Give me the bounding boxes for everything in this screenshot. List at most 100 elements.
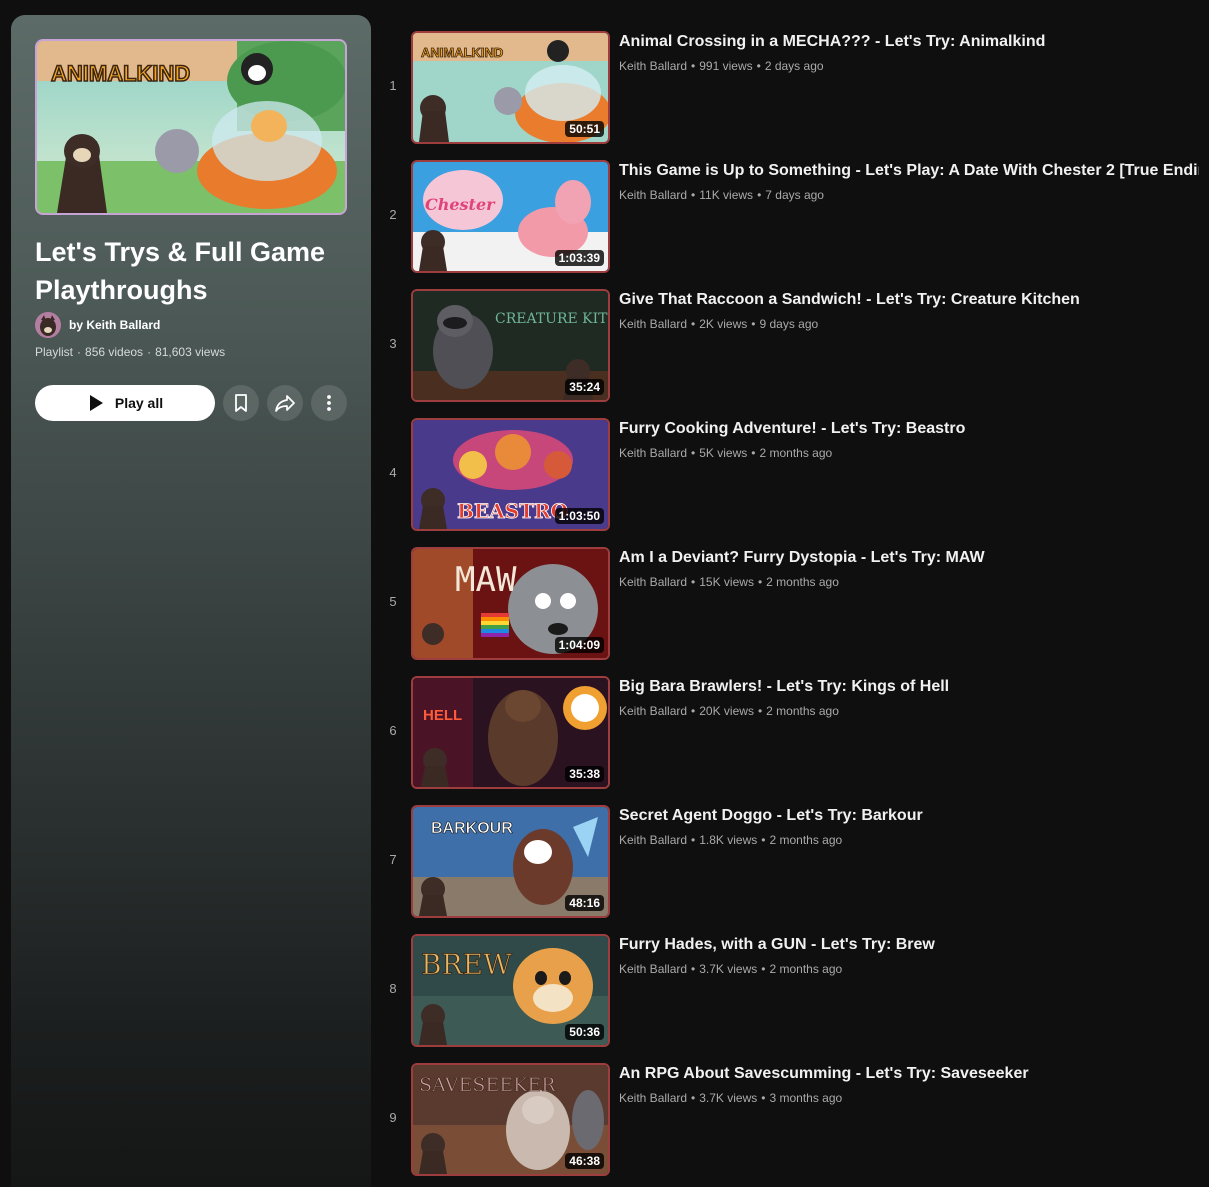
list-item[interactable]: 8 BREW 50:36 Furry Hades, with a GUN - L…: [380, 933, 1209, 1062]
meta-separator: •: [691, 833, 696, 847]
playlist-type: Playlist: [35, 345, 74, 359]
bookmark-icon: [235, 394, 247, 412]
thumbnail-text: Chester: [425, 195, 496, 214]
upload-age: 3 months ago: [769, 1091, 843, 1105]
list-item[interactable]: 5 MAW 1:04:09 Am I a Deviant? Furry Dyst…: [380, 546, 1209, 675]
video-thumbnail[interactable]: CREATURE KITCHEN 35:24: [411, 289, 610, 402]
view-count: 1.8K views: [699, 833, 758, 847]
duration-badge: 48:16: [565, 895, 604, 911]
video-thumbnail[interactable]: BEASTRO 1:03:50: [411, 418, 610, 531]
video-thumbnail[interactable]: BREW 50:36: [411, 934, 610, 1047]
list-item[interactable]: 6 HELL 35:38 Big Bara Brawlers! - Let's …: [380, 675, 1209, 804]
video-title[interactable]: This Game is Up to Something - Let's Pla…: [619, 160, 1199, 182]
video-title[interactable]: An RPG About Savescumming - Let's Try: S…: [619, 1063, 1199, 1085]
video-meta: Keith Ballard • 5K views • 2 months ago: [619, 446, 1199, 460]
hero-thumbnail-art: ANIMALKIND: [37, 41, 345, 213]
upload-age: 2 months ago: [759, 446, 833, 460]
channel-name[interactable]: Keith Ballard: [619, 1091, 687, 1105]
meta-separator: •: [691, 962, 696, 976]
video-title[interactable]: Furry Cooking Adventure! - Let's Try: Be…: [619, 418, 1199, 440]
owner-name[interactable]: by Keith Ballard: [69, 318, 160, 332]
duration-badge: 50:51: [565, 121, 604, 137]
meta-separator: •: [691, 575, 696, 589]
share-button[interactable]: [267, 385, 303, 421]
meta-separator: ·: [147, 345, 152, 359]
view-count: 20K views: [699, 704, 754, 718]
thumbnail-text: CREATURE KITCHEN: [495, 311, 608, 327]
meta-separator: •: [691, 446, 696, 460]
channel-name[interactable]: Keith Ballard: [619, 59, 687, 73]
thumbnail-text: HELL: [423, 707, 462, 724]
video-info: An RPG About Savescumming - Let's Try: S…: [619, 1063, 1199, 1105]
thumbnail-text: MAW: [455, 560, 517, 600]
upload-age: 2 months ago: [769, 962, 843, 976]
video-thumbnail[interactable]: ANIMALKIND 50:51: [411, 31, 610, 144]
video-info: Furry Cooking Adventure! - Let's Try: Be…: [619, 418, 1199, 460]
video-info: Animal Crossing in a MECHA??? - Let's Tr…: [619, 31, 1199, 73]
channel-name[interactable]: Keith Ballard: [619, 833, 687, 847]
video-title[interactable]: Secret Agent Doggo - Let's Try: Barkour: [619, 805, 1199, 827]
playlist-owner[interactable]: by Keith Ballard: [35, 312, 160, 338]
video-title[interactable]: Furry Hades, with a GUN - Let's Try: Bre…: [619, 934, 1199, 956]
list-item[interactable]: 9 SAVESEEKER 46:38 An RPG About Savescum…: [380, 1062, 1209, 1187]
video-meta: Keith Ballard • 20K views • 2 months ago: [619, 704, 1199, 718]
meta-separator: •: [691, 704, 696, 718]
playlist-header-panel: ANIMALKIND Let's Trys & Full Game Playth…: [11, 15, 371, 1187]
list-item[interactable]: 1 ANIMALKIND 50:51 Animal Crossing in a …: [380, 30, 1209, 159]
video-info: Furry Hades, with a GUN - Let's Try: Bre…: [619, 934, 1199, 976]
play-icon: [89, 395, 103, 411]
channel-name[interactable]: Keith Ballard: [619, 575, 687, 589]
thumbnail-text: BREW: [421, 948, 512, 981]
video-title[interactable]: Give That Raccoon a Sandwich! - Let's Tr…: [619, 289, 1199, 311]
video-meta: Keith Ballard • 991 views • 2 days ago: [619, 59, 1199, 73]
video-meta: Keith Ballard • 3.7K views • 3 months ag…: [619, 1091, 1199, 1105]
video-title[interactable]: Animal Crossing in a MECHA??? - Let's Tr…: [619, 31, 1199, 53]
avatar[interactable]: [35, 312, 61, 338]
meta-separator: •: [691, 317, 696, 331]
meta-separator: •: [691, 188, 696, 202]
meta-separator: •: [691, 59, 696, 73]
view-count: 2K views: [699, 317, 748, 331]
playlist-actions: Play all: [35, 385, 347, 421]
playlist-title: Let's Trys & Full Game Playthroughs: [35, 237, 326, 305]
view-count: 3.7K views: [699, 1091, 758, 1105]
list-item[interactable]: 4 BEASTRO 1:03:50 Furry Cooking Adventur…: [380, 417, 1209, 546]
meta-separator: •: [691, 1091, 696, 1105]
video-title[interactable]: Am I a Deviant? Furry Dystopia - Let's T…: [619, 547, 1199, 569]
channel-name[interactable]: Keith Ballard: [619, 704, 687, 718]
channel-name[interactable]: Keith Ballard: [619, 188, 687, 202]
video-thumbnail[interactable]: Chester 1:03:39: [411, 160, 610, 273]
channel-name[interactable]: Keith Ballard: [619, 962, 687, 976]
video-index: 8: [389, 981, 397, 996]
meta-separator: •: [757, 188, 762, 202]
duration-badge: 35:24: [565, 379, 604, 395]
view-count: 3.7K views: [699, 962, 758, 976]
meta-separator: ·: [77, 345, 82, 359]
meta-separator: •: [761, 1091, 766, 1105]
video-info: This Game is Up to Something - Let's Pla…: [619, 160, 1199, 202]
more-actions-button[interactable]: [311, 385, 347, 421]
video-thumbnail[interactable]: MAW 1:04:09: [411, 547, 610, 660]
meta-separator: •: [757, 575, 763, 589]
upload-age: 9 days ago: [759, 317, 819, 331]
video-index: 7: [389, 852, 397, 867]
meta-separator: •: [757, 704, 763, 718]
meta-separator: •: [751, 317, 756, 331]
video-thumbnail[interactable]: SAVESEEKER 46:38: [411, 1063, 610, 1176]
list-item[interactable]: 3 CREATURE KITCHEN 35:24 Give That Racco…: [380, 288, 1209, 417]
channel-name[interactable]: Keith Ballard: [619, 317, 687, 331]
video-title[interactable]: Big Bara Brawlers! - Let's Try: Kings of…: [619, 676, 1199, 698]
channel-name[interactable]: Keith Ballard: [619, 446, 687, 460]
avatar-art: [35, 312, 61, 338]
playlist-hero-thumbnail[interactable]: ANIMALKIND: [35, 39, 347, 215]
meta-separator: •: [756, 59, 761, 73]
video-index: 1: [389, 78, 397, 93]
save-playlist-button[interactable]: [223, 385, 259, 421]
video-thumbnail[interactable]: HELL 35:38: [411, 676, 610, 789]
upload-age: 2 months ago: [769, 833, 843, 847]
list-item[interactable]: 2 Chester 1:03:39 This Game is Up to Som…: [380, 159, 1209, 288]
video-thumbnail[interactable]: BARKOUR 48:16: [411, 805, 610, 918]
thumbnail-text: BEASTRO: [457, 499, 568, 523]
list-item[interactable]: 7 BARKOUR 48:16 Secret Agent Doggo - Let…: [380, 804, 1209, 933]
play-all-button[interactable]: Play all: [35, 385, 215, 421]
